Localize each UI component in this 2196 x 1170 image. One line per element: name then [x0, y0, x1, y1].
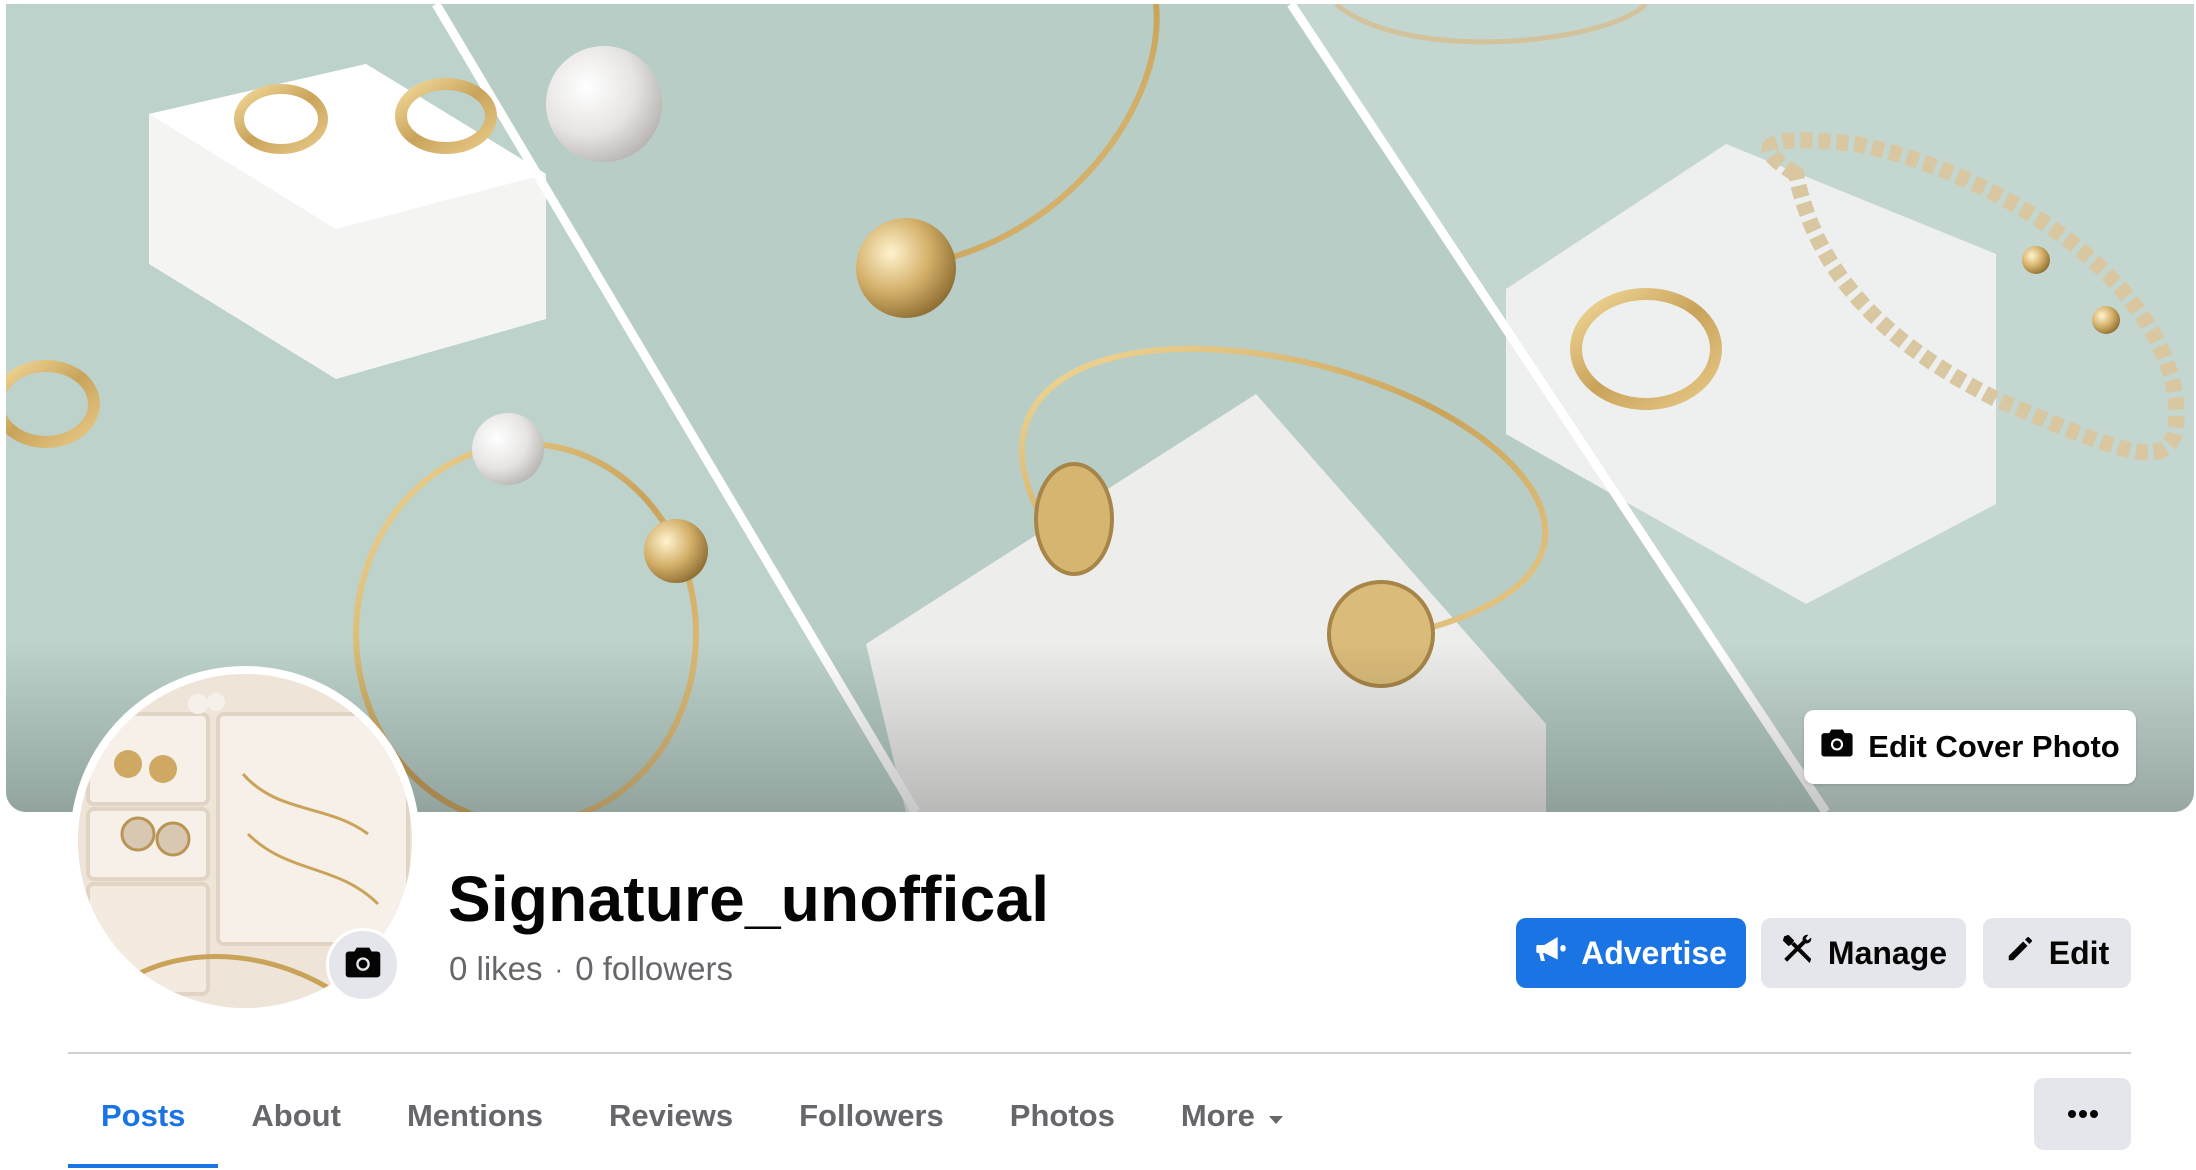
tab-followers[interactable]: Followers: [766, 1076, 977, 1156]
edit-cover-photo-button[interactable]: Edit Cover Photo: [1804, 710, 2136, 784]
tab-label: Posts: [101, 1098, 186, 1133]
tools-icon: [1780, 932, 1814, 974]
tab-reviews[interactable]: Reviews: [576, 1076, 766, 1156]
more-options-button[interactable]: [2034, 1078, 2131, 1150]
manage-button[interactable]: Manage: [1761, 918, 1966, 988]
edit-cover-photo-label: Edit Cover Photo: [1868, 729, 2120, 764]
tab-about[interactable]: About: [218, 1076, 374, 1156]
page-title: Signature_unoffical: [448, 863, 1050, 935]
tab-label: Followers: [799, 1098, 944, 1133]
page-stats: 0 likes · 0 followers: [449, 950, 733, 988]
stats-separator: ·: [554, 953, 564, 984]
camera-icon: [344, 946, 382, 984]
megaphone-icon: [1535, 934, 1567, 972]
pencil-icon: [2005, 934, 2035, 972]
manage-label: Manage: [1827, 934, 1948, 971]
tab-mentions[interactable]: Mentions: [374, 1076, 576, 1156]
caret-down-icon: [1267, 1098, 1285, 1134]
followers-count[interactable]: 0 followers: [575, 950, 733, 988]
tab-more[interactable]: More: [1148, 1076, 1318, 1156]
edit-label: Edit: [2048, 934, 2110, 971]
update-profile-picture-button[interactable]: [326, 928, 400, 1002]
camera-icon: [1820, 728, 1854, 766]
tab-label: Photos: [1009, 1098, 1115, 1133]
advertise-button[interactable]: Advertise: [1516, 918, 1746, 988]
advertise-label: Advertise: [1581, 934, 1727, 971]
tab-photos[interactable]: Photos: [977, 1076, 1148, 1156]
header-divider: [68, 1052, 2131, 1054]
tab-label: Mentions: [406, 1098, 544, 1133]
tab-label: About: [251, 1098, 341, 1133]
tab-posts[interactable]: Posts: [68, 1076, 219, 1168]
more-dots-icon: [2067, 1107, 2099, 1122]
likes-count[interactable]: 0 likes: [449, 950, 543, 988]
profile-tabs: Posts About Mentions Reviews Followers P…: [68, 1076, 1318, 1170]
tab-label: Reviews: [609, 1098, 734, 1133]
edit-button[interactable]: Edit: [1983, 918, 2131, 988]
tab-label: More: [1180, 1098, 1255, 1133]
